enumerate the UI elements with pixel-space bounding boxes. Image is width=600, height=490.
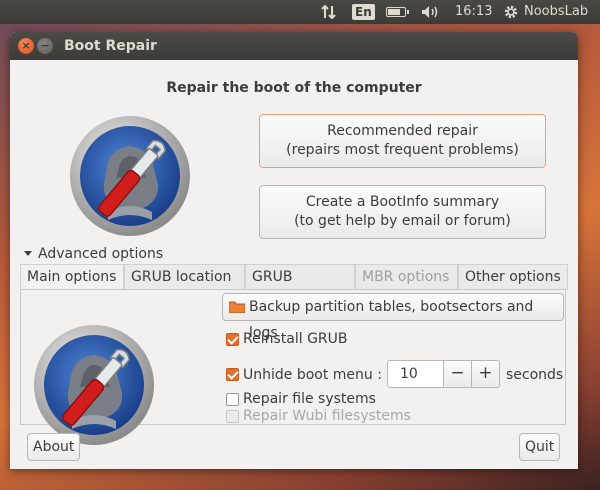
page-heading: Repair the boot of the computer (166, 80, 422, 96)
minimize-button[interactable]: − (37, 38, 53, 54)
keyboard-layout-label: En (352, 4, 375, 20)
seconds-label: seconds (506, 367, 564, 383)
advanced-options-label: Advanced options (38, 246, 164, 262)
tab-main-options[interactable]: Main options (20, 264, 124, 291)
battery-icon[interactable] (386, 7, 409, 17)
tab-other-options[interactable]: Other options (458, 264, 568, 290)
titlebar[interactable]: × − Boot Repair (10, 32, 578, 60)
boot-repair-window: × − Boot Repair Repair the boot of the c… (10, 32, 578, 469)
tab-grub-options[interactable]: GRUB options (245, 264, 355, 309)
repair-file-systems-label: Repair file systems (243, 391, 376, 407)
reinstall-grub-label: Reinstall GRUB (243, 331, 348, 347)
folder-icon (229, 301, 245, 313)
expander-arrow-icon (24, 250, 32, 256)
boot-repair-logo-icon (70, 116, 190, 236)
repair-file-systems-checkbox[interactable] (226, 393, 239, 406)
tab-mbr-options[interactable]: MBR options (355, 264, 458, 290)
close-button[interactable]: × (18, 38, 34, 54)
boot-menu-seconds-spinner[interactable]: 10 − + (387, 360, 500, 388)
bootinfo-summary-title: Create a BootInfo summary (305, 194, 500, 210)
increment-button[interactable]: + (471, 360, 500, 388)
repair-wubi-label: Repair Wubi filesystems (243, 408, 411, 424)
network-updown-icon[interactable] (321, 5, 337, 19)
volume-icon[interactable] (421, 5, 441, 19)
recommended-repair-button[interactable]: Recommended repair (repairs most frequen… (259, 114, 546, 168)
window-title: Boot Repair (64, 38, 157, 54)
seconds-value[interactable]: 10 (400, 361, 418, 387)
bootinfo-summary-button[interactable]: Create a BootInfo summary (to get help b… (259, 185, 546, 239)
about-button[interactable]: About (27, 433, 81, 461)
advanced-options-expander[interactable]: Advanced options (24, 246, 163, 262)
reinstall-grub-checkbox[interactable] (226, 333, 239, 346)
unhide-boot-menu-checkbox[interactable] (226, 368, 239, 381)
unhide-boot-menu-label: Unhide boot menu : (243, 367, 382, 383)
tab-grub-location[interactable]: GRUB location (124, 264, 245, 290)
battery-level (388, 9, 400, 15)
quit-button[interactable]: Quit (519, 433, 561, 461)
bootinfo-summary-subtitle: (to get help by email or forum) (294, 213, 511, 229)
top-panel: En 16:13 NoobsLab (0, 0, 600, 24)
repair-wubi-checkbox[interactable] (226, 410, 239, 423)
decrement-button[interactable]: − (443, 360, 472, 388)
keyboard-layout-indicator[interactable]: En (352, 0, 375, 24)
gear-icon[interactable] (503, 4, 519, 20)
recommended-repair-subtitle: (repairs most frequent problems) (286, 142, 519, 158)
user-name[interactable]: NoobsLab (524, 0, 588, 24)
clock[interactable]: 16:13 (455, 0, 492, 24)
boot-repair-logo-small-icon (34, 325, 154, 445)
recommended-repair-title: Recommended repair (327, 123, 478, 139)
backup-partition-tables-button[interactable]: Backup partition tables, bootsectors and… (222, 293, 564, 341)
